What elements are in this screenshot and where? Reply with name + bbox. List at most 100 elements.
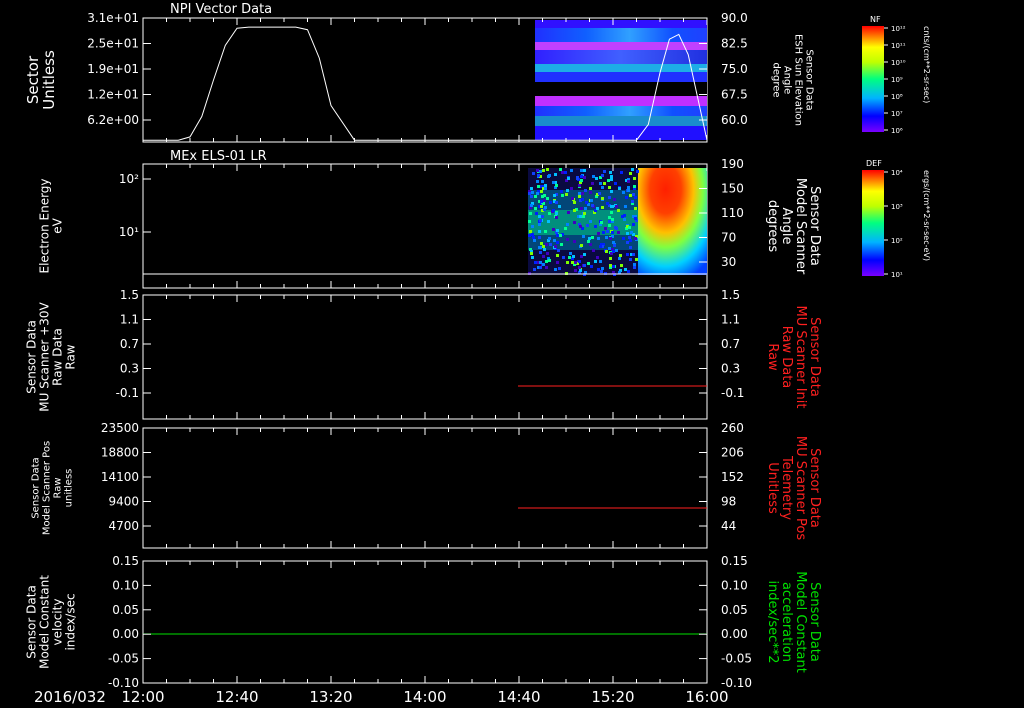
- left-tick-label: 3.1e+01: [87, 11, 139, 25]
- spectrogram-pixel: [597, 268, 600, 271]
- spectrogram-pixel: [601, 186, 604, 189]
- left-tick-label: -0.05: [108, 652, 139, 666]
- right-tick-label: 98: [721, 495, 736, 509]
- spectrogram-pixel: [542, 169, 545, 172]
- panel-title: NPI Vector Data: [170, 2, 272, 17]
- spectrogram-pixel: [580, 255, 583, 258]
- spectrogram-pixel: [601, 267, 604, 270]
- spectrogram-pixel: [543, 248, 546, 251]
- spectrogram-pixel: [538, 230, 541, 233]
- spectrogram-pixel: [533, 239, 536, 242]
- colorbar-tick-label: 10¹¹: [891, 42, 906, 50]
- spectrogram-pixel: [553, 194, 556, 197]
- spectrogram-pixel: [549, 243, 552, 246]
- spectrogram-pixel: [629, 194, 632, 197]
- spectrogram-pixel: [546, 168, 549, 171]
- spectrogram-pixel: [533, 268, 536, 271]
- spectrogram-pixel: [629, 258, 632, 261]
- spectrogram-pixel: [634, 207, 637, 210]
- spectrogram-pixel: [548, 259, 551, 262]
- spectrogram-pixel: [617, 209, 620, 212]
- left-tick-label: 1.9e+01: [87, 62, 139, 76]
- spectrogram-pixel: [613, 198, 616, 201]
- spectrogram-pixel: [608, 220, 611, 223]
- spectrogram-pixel: [619, 254, 622, 257]
- spectrogram-pixel: [547, 220, 550, 223]
- spectrogram-pixel: [566, 261, 569, 264]
- spectrogram-pixel: [602, 231, 605, 234]
- spectrogram-pixel: [543, 194, 546, 197]
- spectrogram-pixel: [634, 196, 637, 199]
- spectrogram-pixel: [636, 170, 639, 173]
- spectrogram-pixel: [578, 260, 581, 263]
- spectrogram-pixel: [539, 266, 542, 269]
- right-tick-label: 0.15: [721, 554, 748, 568]
- spectrogram-pixel: [573, 201, 576, 204]
- spectrogram-pixel: [540, 205, 543, 208]
- left-tick-label: 0.05: [112, 603, 139, 617]
- spectrogram-pixel: [630, 231, 633, 234]
- right-axis-label: Telemetry: [779, 455, 794, 520]
- spectrogram-pixel: [610, 178, 613, 181]
- spectrogram-pixel: [581, 192, 584, 195]
- panel-scanner-30v: 1.51.10.70.3-0.1Sensor Data MU Scanner +3…: [25, 288, 822, 420]
- left-tick-label: 18800: [101, 446, 139, 460]
- spectrogram-pixel: [583, 176, 586, 179]
- colorbar-units: ergs/(cm**2-sr-sec-eV): [922, 170, 931, 261]
- left-tick-label: 0.3: [120, 362, 139, 376]
- right-axis-label: Sensor Data: [807, 317, 822, 397]
- spectrogram-pixel: [570, 187, 573, 190]
- x-tick-label: 13:20: [309, 688, 352, 706]
- spectrogram-pixel: [530, 204, 533, 207]
- spectrogram-pixel: [546, 197, 549, 200]
- spectrogram-pixel: [578, 192, 581, 195]
- spectrogram-pixel: [567, 211, 570, 214]
- colorbar-tick-label: 10¹: [891, 271, 903, 279]
- spectrogram-pixel: [576, 176, 579, 179]
- spectrogram-pixel: [548, 174, 551, 177]
- spectrogram-pixel: [606, 202, 609, 205]
- spectrogram-pixel: [612, 241, 615, 244]
- spectrogram-pixel: [530, 187, 533, 190]
- spectrogram-pixel: [560, 190, 563, 193]
- panel-npi: NPI Vector Data 3.1e+01 2.5e+01 1.9e+01 1.2…: [24, 2, 815, 143]
- spectrogram-pixel: [534, 207, 537, 210]
- x-tick-label: 16:00: [685, 688, 728, 706]
- colorbar-title: DEF: [866, 159, 882, 168]
- spectrogram-pixel: [543, 199, 546, 202]
- left-axis-label: Sensor Data: [25, 585, 39, 659]
- panel-scanner-pos: 23500188001410094004700Sensor Data Model …: [31, 421, 822, 549]
- spectrogram-pixel: [545, 243, 548, 246]
- right-axis-label: Raw Data: [779, 326, 794, 389]
- spectrogram-pixel: [530, 252, 533, 255]
- right-axis-label: Raw: [765, 343, 780, 371]
- npi-spectrogram: [535, 20, 707, 140]
- spectrogram-pixel: [608, 186, 611, 189]
- spectrogram-pixel: [570, 169, 573, 172]
- spectrogram-pixel: [558, 205, 561, 208]
- spectrogram-pixel: [581, 198, 584, 201]
- spectrogram-pixel: [548, 212, 551, 215]
- spectrogram-pixel: [589, 243, 592, 246]
- spectrogram-pixel: [556, 234, 559, 237]
- spectrogram-pixel: [542, 255, 545, 258]
- spectrogram-pixel: [588, 237, 591, 240]
- spectrogram-pixel: [532, 172, 535, 175]
- spectrogram-pixel: [580, 244, 583, 247]
- spectrogram-pixel: [591, 182, 594, 185]
- spectrogram-pixel: [579, 215, 582, 218]
- spectrogram-pixel: [610, 175, 613, 178]
- spectrogram-pixel: [629, 239, 632, 242]
- colorbar-tick-label: 10⁸: [891, 93, 903, 101]
- spectrogram-pixel: [580, 179, 583, 182]
- left-tick-label: -0.1: [116, 386, 139, 400]
- spectrogram-pixel: [618, 187, 621, 190]
- left-axis-label: eV: [51, 217, 65, 233]
- left-tick-label: 23500: [101, 421, 139, 435]
- spectrogram-pixel: [549, 201, 552, 204]
- colorbar-units: cnts/(cm**2-sr-sec): [922, 26, 931, 103]
- right-tick-label: 0.00: [721, 627, 748, 641]
- left-tick-label: 2.5e+01: [87, 37, 139, 51]
- spectrogram-pixel: [545, 266, 548, 269]
- spectrogram-pixel: [528, 220, 531, 223]
